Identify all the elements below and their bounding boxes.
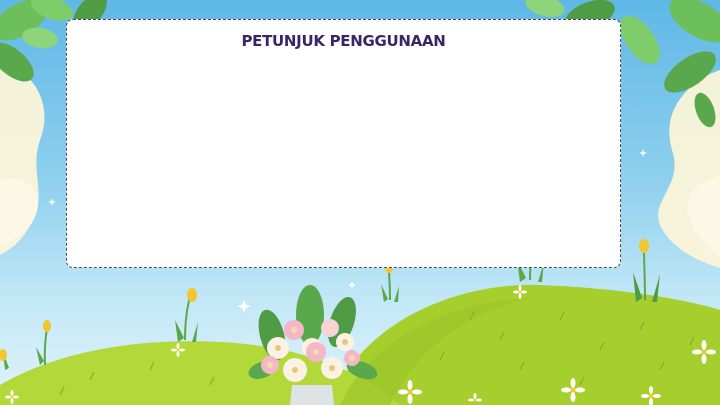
page-title: PETUNJUK PENGGUNAAN [241, 32, 446, 50]
hill-front [0, 341, 400, 405]
instructions-body [87, 60, 600, 253]
instructions-panel: PETUNJUK PENGGUNAAN [66, 19, 621, 268]
cloud-left-lower [0, 178, 39, 245]
slide-canvas: PETUNJUK PENGGUNAAN [0, 0, 720, 405]
